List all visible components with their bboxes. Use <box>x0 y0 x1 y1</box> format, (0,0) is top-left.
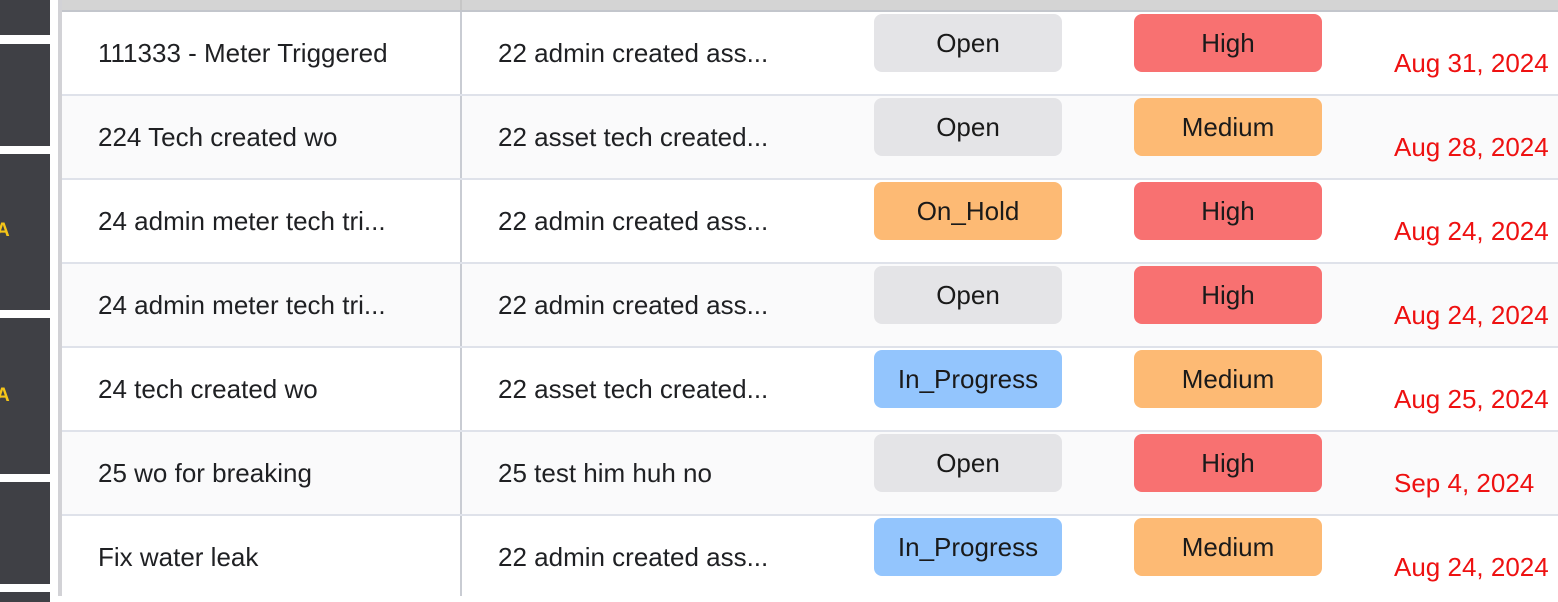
work-order-title: 24 admin meter tech tri... <box>98 205 386 236</box>
work-order-description: 22 asset tech created... <box>498 121 769 152</box>
work-order-description: 22 asset tech created... <box>498 373 769 404</box>
work-order-title: Fix water leak <box>98 541 259 572</box>
strip-card[interactable]: A <box>0 154 50 310</box>
table-row[interactable]: Fix water leak 22 admin created ass... I… <box>62 516 1558 596</box>
work-order-title: 224 Tech created wo <box>98 121 338 152</box>
column-separator <box>460 12 462 94</box>
table-row[interactable]: 224 Tech created wo 22 asset tech create… <box>62 96 1558 180</box>
table-row[interactable]: 111333 - Meter Triggered 22 admin create… <box>62 12 1558 96</box>
strip-card[interactable] <box>0 592 50 602</box>
priority-badge[interactable]: Medium <box>1134 518 1322 576</box>
status-badge[interactable]: In_Progress <box>874 518 1062 576</box>
work-order-title: 25 wo for breaking <box>98 457 312 488</box>
priority-badge[interactable]: Medium <box>1134 98 1322 156</box>
priority-badge[interactable]: Medium <box>1134 350 1322 408</box>
due-date: Aug 24, 2024 <box>1394 551 1549 582</box>
table-body: 111333 - Meter Triggered 22 admin create… <box>62 12 1558 596</box>
strip-card-glyph: A <box>0 220 10 241</box>
strip-card-glyph: A <box>0 385 10 406</box>
strip-card[interactable] <box>0 0 50 35</box>
status-badge[interactable]: Open <box>874 98 1062 156</box>
status-badge[interactable]: Open <box>874 14 1062 72</box>
column-separator <box>460 516 462 596</box>
priority-badge[interactable]: High <box>1134 266 1322 324</box>
strip-card[interactable]: A <box>0 318 50 474</box>
priority-badge[interactable]: High <box>1134 182 1322 240</box>
work-order-description: 22 admin created ass... <box>498 205 769 236</box>
status-badge[interactable]: On_Hold <box>874 182 1062 240</box>
left-card-strip: A A <box>0 0 50 602</box>
due-date: Aug 28, 2024 <box>1394 131 1549 162</box>
table-row[interactable]: 24 admin meter tech tri... 22 admin crea… <box>62 180 1558 264</box>
due-date: Aug 24, 2024 <box>1394 215 1549 246</box>
work-order-description: 22 admin created ass... <box>498 541 769 572</box>
priority-badge[interactable]: High <box>1134 14 1322 72</box>
work-order-title: 24 tech created wo <box>98 373 318 404</box>
priority-badge[interactable]: High <box>1134 434 1322 492</box>
column-separator <box>460 180 462 262</box>
column-separator <box>460 432 462 514</box>
strip-card[interactable] <box>0 482 50 584</box>
work-order-title: 111333 - Meter Triggered <box>98 37 388 68</box>
table-row[interactable]: 24 tech created wo 22 asset tech created… <box>62 348 1558 432</box>
table-row[interactable]: 24 admin meter tech tri... 22 admin crea… <box>62 264 1558 348</box>
work-order-description: 22 admin created ass... <box>498 289 769 320</box>
strip-card[interactable] <box>0 44 50 146</box>
status-badge[interactable]: In_Progress <box>874 350 1062 408</box>
due-date: Aug 31, 2024 <box>1394 47 1549 78</box>
work-order-description: 25 test him huh no <box>498 457 712 488</box>
column-resize-handle[interactable] <box>460 0 462 10</box>
table-header <box>62 0 1558 12</box>
column-separator <box>460 264 462 346</box>
column-separator <box>460 348 462 430</box>
table-row[interactable]: 25 wo for breaking 25 test him huh no Op… <box>62 432 1558 516</box>
due-date: Aug 24, 2024 <box>1394 299 1549 330</box>
due-date: Aug 25, 2024 <box>1394 383 1549 414</box>
status-badge[interactable]: Open <box>874 434 1062 492</box>
column-separator <box>460 96 462 178</box>
work-orders-table: 111333 - Meter Triggered 22 admin create… <box>62 0 1558 596</box>
work-order-description: 22 admin created ass... <box>498 37 769 68</box>
due-date: Sep 4, 2024 <box>1394 467 1535 498</box>
work-order-title: 24 admin meter tech tri... <box>98 289 386 320</box>
status-badge[interactable]: Open <box>874 266 1062 324</box>
